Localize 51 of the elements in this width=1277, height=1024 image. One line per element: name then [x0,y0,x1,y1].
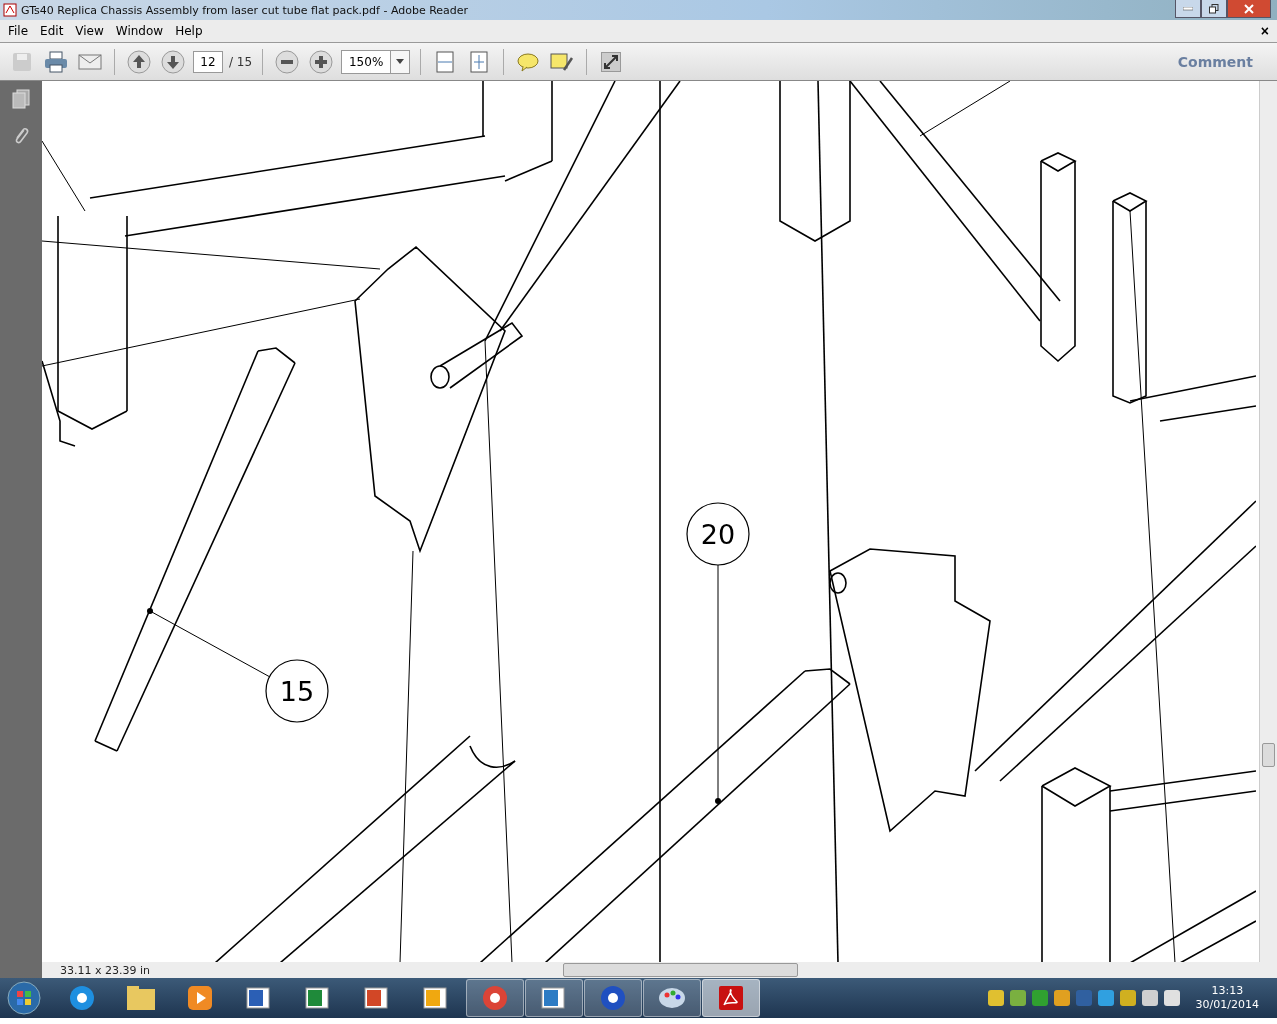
document-icon [305,985,331,1011]
menu-item[interactable]: File [2,24,35,38]
clock[interactable]: 13:13 30/01/2014 [1195,984,1259,1012]
page-count: / 15 [229,54,253,69]
start-button[interactable] [4,980,44,1016]
taskbar-app-button[interactable] [466,979,524,1017]
play-icon [187,985,213,1011]
tray-icon[interactable] [1141,990,1158,1006]
folder-icon [126,985,156,1011]
window-title: GTs40 Replica Chassis Assembly from laser cut tube flat pack.pdf - Adobe Reader [21,3,470,17]
tray-icon[interactable] [1097,990,1114,1006]
next-page-button[interactable] [159,47,187,76]
document-icon [423,985,449,1011]
taskbar-app-button[interactable] [584,979,642,1017]
page-size-label: 33.11 x 23.39 in [59,963,151,977]
vertical-scrollbar[interactable] [1259,81,1277,962]
document-icon [364,985,390,1011]
page-number-field[interactable]: 12 [193,50,223,73]
close-button[interactable] [1227,0,1271,18]
previous-page-button[interactable] [125,47,153,76]
tray-icon[interactable] [1053,990,1070,1006]
menu-item[interactable]: View [69,24,110,38]
menu-item[interactable]: Window [109,24,170,38]
tray-icon[interactable] [1119,990,1136,1006]
zoom-out-button[interactable] [273,47,302,76]
close-icon [1244,3,1254,14]
callout-circle [686,502,750,566]
pdf-file-icon [3,3,17,17]
callout-label: 15 [279,676,315,707]
document-icon [718,985,744,1011]
caret-icon [396,59,405,64]
menu-item[interactable]: Help [169,24,209,38]
document-icon [246,985,272,1011]
restore-icon [1209,3,1219,14]
zoom-in-button[interactable] [307,47,336,76]
tray-icon[interactable] [1009,990,1026,1006]
minimize-button[interactable] [1175,0,1201,18]
tray-icon[interactable] [987,990,1004,1006]
taskbar-app-button[interactable] [525,979,583,1017]
menu-item[interactable]: Edit [34,24,70,38]
pages-icon[interactable] [12,89,30,109]
tray-icon[interactable] [1163,990,1180,1006]
callout-circle [265,659,329,723]
palette-icon [658,986,686,1010]
minimize-icon [1183,6,1193,11]
round-logo-icon [481,984,509,1012]
callout-label: 20 [700,519,736,550]
zoom-dropdown[interactable]: 150% [341,49,411,74]
maximize-button[interactable] [1201,0,1227,18]
document-icon [541,985,567,1011]
close-document-button[interactable]: × [1260,23,1269,39]
